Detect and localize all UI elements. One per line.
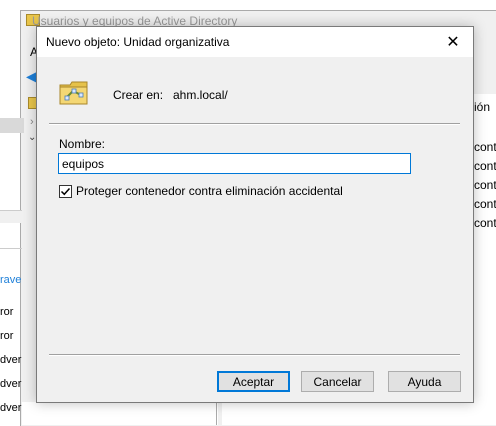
close-icon[interactable]: ✕ [433,27,473,57]
background-left-link[interactable]: rave [0,274,22,286]
background-left-item: dver [0,354,22,366]
background-selected-row[interactable] [0,118,24,133]
cancel-button[interactable]: Cancelar [301,371,374,392]
background-list-item[interactable]: conta [474,178,496,192]
dialog-title: Nuevo objeto: Unidad organizativa [46,35,230,49]
help-button[interactable]: Ayuda [388,371,461,392]
background-left-item: ror [0,306,14,318]
create-in-label: Crear en: [113,88,164,102]
background-left-pane [0,94,20,425]
ok-button[interactable]: Aceptar [217,371,290,392]
divider [49,354,460,356]
background-list-item[interactable]: conta [474,159,496,173]
name-input[interactable] [58,153,411,174]
expand-arrow-icon[interactable]: › [30,116,34,128]
create-in-path: ahm.local/ [173,88,228,102]
background-pane-splitter[interactable] [216,402,217,425]
background-status-pane [222,402,472,425]
divider [49,123,460,125]
background-list-item[interactable]: conta [474,216,496,230]
background-status-pane [22,402,218,425]
background-list-item[interactable]: conta [474,197,496,211]
background-left-divider [0,248,22,249]
organizational-unit-icon [59,81,88,105]
protect-checkbox-row[interactable]: Proteger contenedor contra eliminación a… [59,184,343,198]
checkmark-icon [60,187,71,195]
background-column-header[interactable]: ión [474,100,496,114]
background-left-item: dver [0,402,22,414]
dialog-titlebar[interactable]: Nuevo objeto: Unidad organizativa ✕ [37,27,473,57]
background-left-item: dver [0,378,22,390]
protect-checkbox[interactable] [59,184,72,198]
new-ou-dialog: Nuevo objeto: Unidad organizativa ✕ Crea… [36,26,474,403]
background-list-item[interactable]: conta [474,140,496,154]
background-left-divider [0,210,22,223]
protect-checkbox-label[interactable]: Proteger contenedor contra eliminación a… [76,184,343,198]
name-label: Nombre: [59,137,106,151]
background-left-item: ror [0,330,14,342]
